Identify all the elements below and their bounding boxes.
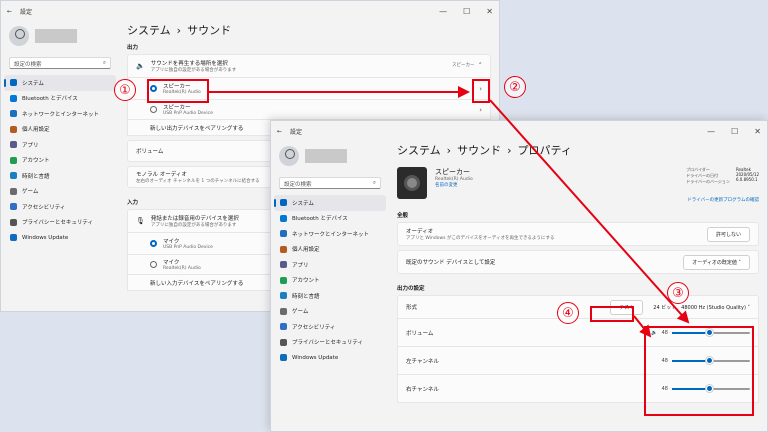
annotation-arrows: [209, 86, 690, 338]
annotation-2: ②: [504, 76, 526, 98]
annotation-1: ①: [114, 79, 136, 101]
annotation-4: ④: [557, 302, 579, 324]
annotation-3: ③: [667, 282, 689, 304]
